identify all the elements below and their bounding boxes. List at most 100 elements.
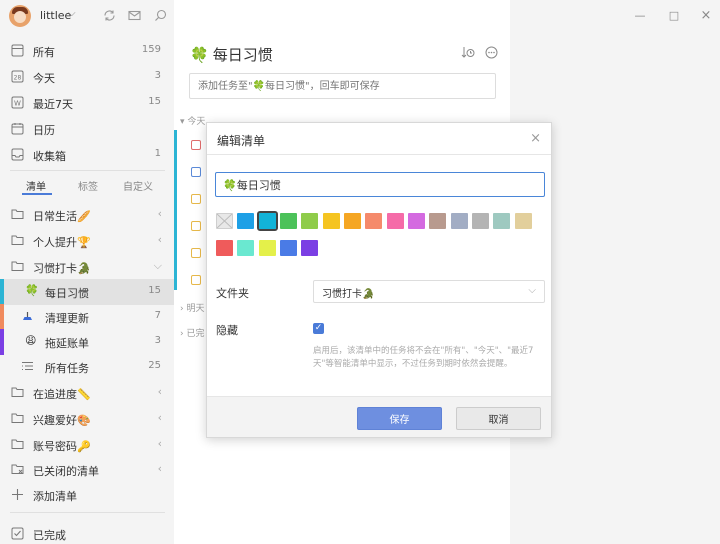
folder-habits[interactable]: 习惯打卡🐊 ⌵	[0, 254, 174, 280]
chevron-left-icon: ‹	[157, 462, 162, 475]
list-name-input[interactable]	[215, 172, 545, 197]
sad-face-icon: 😩	[25, 334, 37, 347]
task-checkbox[interactable]	[191, 275, 201, 285]
folder-closed-lists[interactable]: 已关闭的清单 ‹	[0, 457, 174, 483]
folder-accounts[interactable]: 账号密码🔑 ‹	[0, 432, 174, 458]
list-all-tasks[interactable]: 所有任务 25	[0, 354, 174, 380]
color-swatch[interactable]	[515, 213, 532, 229]
avatar[interactable]	[9, 5, 31, 27]
task-checkbox[interactable]	[191, 194, 201, 204]
list-color-strip	[0, 329, 4, 355]
hide-checkbox[interactable]: ✓	[313, 323, 324, 334]
color-swatch[interactable]	[408, 213, 425, 229]
chevron-left-icon: ‹	[157, 437, 162, 450]
week-icon: W	[11, 96, 24, 109]
color-swatch[interactable]	[259, 240, 276, 256]
folder-hobbies[interactable]: 兴趣爱好🎨 ‹	[0, 406, 174, 432]
section-completed[interactable]: › 已完	[180, 326, 204, 339]
task-checkbox[interactable]	[191, 248, 201, 258]
maximize-icon[interactable]: □	[667, 8, 681, 22]
color-swatch-selected[interactable]	[257, 211, 278, 231]
cancel-button[interactable]: 取消	[456, 407, 541, 430]
hide-hint: 启用后，该清单中的任务将不会在"所有"、"今天"、"最近7天"等智能清单中显示，…	[313, 346, 534, 369]
folder-in-progress[interactable]: 在追进度📏 ‹	[0, 380, 174, 406]
folder-self-improvement[interactable]: 个人提升🏆 ‹	[0, 228, 174, 254]
close-window-icon[interactable]: ×	[699, 8, 713, 23]
color-swatch[interactable]	[237, 213, 254, 229]
tab-lists[interactable]: 清单	[26, 178, 46, 193]
chevron-down-icon[interactable]: ⌵	[68, 8, 76, 19]
search-icon[interactable]	[153, 8, 167, 22]
folder-icon	[11, 208, 24, 221]
section-today[interactable]: ▾ 今天	[180, 114, 205, 127]
color-swatch[interactable]	[216, 240, 233, 256]
tab-custom[interactable]: 自定义	[123, 178, 153, 193]
smart-list-all[interactable]: 所有 159	[0, 38, 174, 64]
color-swatch[interactable]	[493, 213, 510, 229]
svg-text:W: W	[14, 100, 21, 108]
calendar-day-icon: 28	[11, 70, 24, 83]
list-cleanup[interactable]: 清理更新 7	[0, 304, 174, 330]
color-swatch[interactable]	[451, 213, 468, 229]
more-icon[interactable]	[485, 46, 498, 62]
color-swatch[interactable]	[472, 213, 489, 229]
mail-icon[interactable]	[127, 8, 141, 22]
edit-list-dialog: 编辑清单 × 文件夹 习惯打卡🐊 ⌵ 隐藏 ✓ 启用后，该清单中的任务将不会在"…	[206, 122, 552, 438]
add-list-button[interactable]: 添加清单	[0, 482, 174, 508]
closed-folder-icon	[11, 463, 24, 476]
color-swatch[interactable]	[237, 240, 254, 256]
sync-icon[interactable]	[102, 8, 116, 22]
completed-list[interactable]: 已完成	[0, 521, 174, 544]
task-checkbox[interactable]	[191, 167, 201, 177]
minimize-icon[interactable]: —	[633, 8, 647, 22]
folder-select[interactable]: 习惯打卡🐊 ⌵	[313, 280, 545, 303]
folder-open-icon	[11, 260, 24, 273]
folder-icon	[11, 412, 24, 425]
color-swatch[interactable]	[387, 213, 404, 229]
smart-list-next7days[interactable]: W 最近7天 15	[0, 90, 174, 116]
username[interactable]: littlee	[40, 9, 71, 22]
list-procrastination[interactable]: 😩 拖延账单 3	[0, 329, 174, 355]
save-button[interactable]: 保存	[357, 407, 442, 430]
close-icon[interactable]: ×	[530, 131, 541, 146]
divider	[10, 170, 165, 171]
tab-tags[interactable]: 标签	[78, 178, 98, 193]
smart-list-inbox[interactable]: 收集箱 1	[0, 142, 174, 168]
smart-list-calendar[interactable]: 日历	[0, 116, 174, 142]
sidebar: littlee ⌵ 所有 159 28 今天 3 W 最近7天 15 日历 收集…	[0, 0, 174, 544]
folder-icon	[11, 438, 24, 451]
folder-daily-life[interactable]: 日常生活🥖 ‹	[0, 202, 174, 228]
divider	[207, 154, 551, 155]
divider	[10, 512, 165, 513]
color-swatch[interactable]	[344, 213, 361, 229]
clover-icon: 🍀	[190, 45, 209, 64]
color-swatch-none[interactable]	[216, 213, 233, 229]
list-daily-habits[interactable]: 🍀 每日习惯 15	[0, 279, 174, 305]
plus-icon	[11, 488, 24, 501]
quick-add-input[interactable]	[189, 73, 496, 99]
color-swatch[interactable]	[280, 213, 297, 229]
task-checkbox[interactable]	[191, 221, 201, 231]
list-tabs: 清单 标签 自定义	[0, 176, 174, 195]
color-swatch[interactable]	[301, 213, 318, 229]
clover-icon: 🍀	[25, 284, 39, 297]
chevron-down-icon: ⌵	[153, 259, 162, 272]
chevron-left-icon: ‹	[157, 233, 162, 246]
dialog-footer: 保存 取消	[207, 396, 551, 437]
sort-icon[interactable]	[461, 46, 475, 62]
folder-icon	[11, 234, 24, 247]
color-swatch[interactable]	[301, 240, 318, 256]
color-swatch[interactable]	[280, 240, 297, 256]
chevron-left-icon: ‹	[157, 411, 162, 424]
list-icon	[11, 44, 24, 57]
section-tomorrow[interactable]: › 明天	[180, 301, 204, 314]
broom-icon	[21, 310, 34, 323]
color-swatch[interactable]	[365, 213, 382, 229]
smart-list-today[interactable]: 28 今天 3	[0, 64, 174, 90]
color-swatch[interactable]	[323, 213, 340, 229]
svg-text:28: 28	[14, 75, 22, 82]
tab-underline	[22, 193, 52, 195]
task-checkbox[interactable]	[191, 140, 201, 150]
color-swatch[interactable]	[429, 213, 446, 229]
check-box-icon	[11, 527, 24, 540]
